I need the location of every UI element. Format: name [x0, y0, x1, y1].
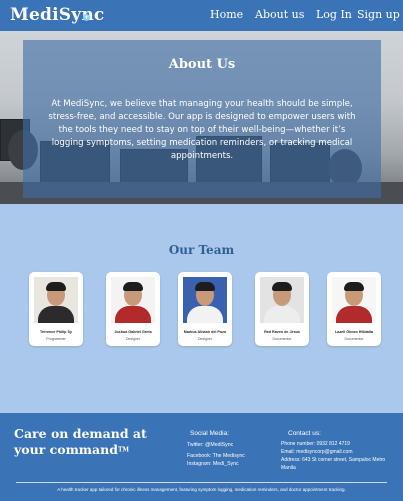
team-member-name: Markus Alistair del Pozo [183, 330, 227, 334]
instagram-link[interactable]: Instagram: Medi_Sync [187, 461, 239, 467]
social-media-heading: Social Media: [190, 430, 230, 437]
plus-icon: + [83, 14, 90, 21]
footer-tagline: Care on demand at your commandTM [14, 426, 164, 459]
team-section: Our Team Terrence Philip Sy Programmer Jos… [0, 204, 403, 413]
photo-shirt [187, 306, 223, 323]
team-member-photo [34, 277, 78, 323]
footer-description: A health tracker app tailored for chroni… [57, 487, 346, 492]
photo-shirt [115, 306, 151, 323]
photo-hair [123, 282, 143, 291]
team-member-photo [260, 277, 304, 323]
team-member-role: Programmer [46, 337, 66, 341]
team-member-photo [183, 277, 227, 323]
about-panel: About Us At MediSync, we believe that ma… [23, 40, 381, 198]
footer: Care on demand at your commandTM Social … [0, 413, 403, 501]
contact-address: Address: 643 St corner street, Sampaloc … [281, 457, 386, 471]
nav-login-link[interactable]: Log In [316, 8, 352, 21]
photo-shirt [264, 306, 300, 323]
team-member-name: Terrence Philip Sy [40, 330, 72, 334]
team-member-role: Documentor [344, 337, 364, 341]
contact-heading: Contact us: [288, 430, 321, 437]
about-title: About Us [168, 57, 236, 72]
team-member-name: Red Raven de Jesus [264, 330, 300, 334]
top-navbar: MediSync + Home About us Log In Sign up [0, 0, 403, 31]
footer-divider [16, 482, 387, 483]
about-description: At MediSync, we believe that managing yo… [48, 99, 356, 161]
photo-shirt [336, 306, 372, 323]
team-member-role: Designer [197, 337, 212, 341]
team-member-card: Red Raven de Jesus Documentor [255, 272, 309, 346]
photo-shirt [38, 306, 74, 323]
team-member-role: Designer [125, 337, 140, 341]
team-member-name: Joshua Gabriel Greta [114, 330, 152, 334]
photo-hair [195, 282, 215, 291]
tagline-line-2: your command [14, 442, 118, 457]
team-member-card: Terrence Philip Sy Programmer [29, 272, 83, 346]
photo-hair [272, 282, 292, 291]
team-member-card: Joshua Gabriel Greta Designer [106, 272, 160, 346]
team-member-name: Lazell Gimeo Hilldalla [335, 330, 373, 334]
team-member-card: Markus Alistair del Pozo Designer [178, 272, 232, 346]
facebook-link[interactable]: Facebook: The Medisync [187, 453, 245, 459]
nav-signup-link[interactable]: Sign up [357, 8, 400, 21]
logo-text[interactable]: MediSync [10, 5, 104, 25]
team-member-role: Documentor [272, 337, 292, 341]
photo-hair [46, 282, 66, 291]
twitter-link[interactable]: Twitter: @MediSync [187, 442, 233, 448]
team-member-card: Lazell Gimeo Hilldalla Documentor [327, 272, 381, 346]
team-title: Our Team [168, 243, 235, 257]
team-member-photo [111, 277, 155, 323]
photo-hair [344, 282, 364, 291]
team-member-photo [332, 277, 376, 323]
tagline-line-1: Care on demand at [14, 426, 147, 441]
contact-phone: Phone number: 0932 812 4719 [281, 441, 350, 447]
about-hero: About Us At MediSync, we believe that ma… [0, 31, 403, 204]
contact-email[interactable]: Email: medisyncorp@gmail.com [281, 449, 391, 457]
nav-home-link[interactable]: Home [210, 8, 243, 21]
nav-about-link[interactable]: About us [255, 8, 304, 21]
trademark-mark: TM [117, 446, 130, 454]
